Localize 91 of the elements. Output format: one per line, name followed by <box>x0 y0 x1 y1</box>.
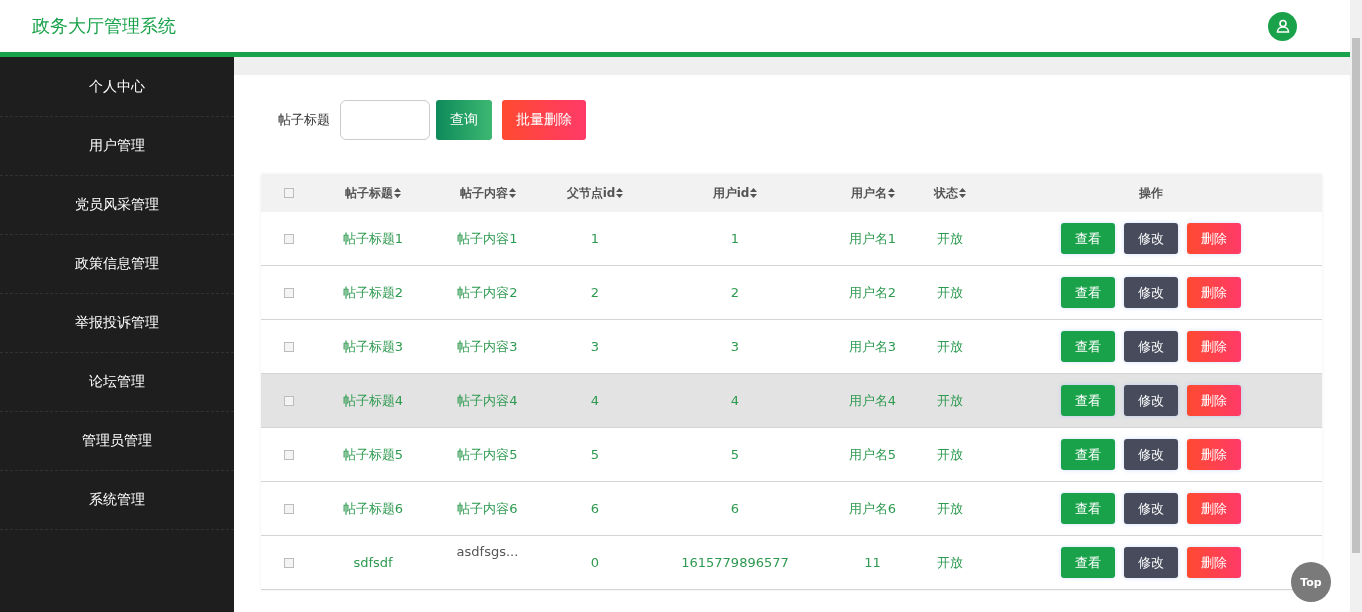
table-cell-text: 4 <box>589 393 601 408</box>
table-cell-text: 用户名5 <box>847 445 898 464</box>
table-cell-text: 帖子内容6 <box>456 499 519 518</box>
table-cell-text: 5 <box>589 447 601 462</box>
sidebar-item[interactable]: 论坛管理 <box>0 353 234 412</box>
search-button[interactable]: 查询 <box>436 100 492 140</box>
table-cell-text: 开放 <box>936 499 964 518</box>
table-cell-text: 开放 <box>936 445 964 464</box>
search-field[interactable] <box>340 100 430 140</box>
table-cell-text: 帖子内容2 <box>456 283 519 302</box>
table-cell-text: asdfsgs... <box>455 543 520 559</box>
edit-button[interactable]: 修改 <box>1124 493 1178 524</box>
table-cell-text: 帖子内容1 <box>456 229 519 248</box>
sidebar-item[interactable]: 管理员管理 <box>0 412 234 471</box>
table-cell-text: 4 <box>729 393 741 408</box>
table-cell-text: 2 <box>729 285 741 300</box>
sort-icon[interactable] <box>616 188 624 198</box>
batch-delete-button[interactable]: 批量删除 <box>502 100 586 140</box>
delete-button[interactable]: 删除 <box>1187 493 1241 524</box>
table-cell-text: 3 <box>729 339 741 354</box>
table-cell-text: 帖子标题6 <box>341 499 405 518</box>
sort-icon[interactable] <box>887 188 895 198</box>
select-all-checkbox[interactable] <box>283 188 294 198</box>
search-label: 帖子标题 <box>278 111 330 129</box>
table-cell-text: 1 <box>589 231 601 246</box>
table-cell-text: 开放 <box>936 337 964 356</box>
column-header[interactable]: 状态 <box>934 184 966 202</box>
table-cell-text: 帖子内容3 <box>456 337 519 356</box>
sort-icon[interactable] <box>508 188 516 198</box>
row-checkbox[interactable] <box>283 503 294 514</box>
table-cell-text: 0 <box>589 555 601 570</box>
table-cell-text: sdfsdf <box>352 555 394 570</box>
table-cell-text: 用户名1 <box>847 229 898 248</box>
edit-button[interactable]: 修改 <box>1124 331 1178 362</box>
sidebar-item[interactable]: 系统管理 <box>0 471 234 530</box>
table-cell-text: 用户名4 <box>847 391 898 410</box>
sort-icon[interactable] <box>959 188 966 198</box>
delete-button[interactable]: 删除 <box>1187 331 1241 362</box>
column-header[interactable]: 操作 <box>1139 184 1163 202</box>
sort-icon[interactable] <box>394 188 401 198</box>
table-cell-text: 6 <box>729 501 741 516</box>
delete-button[interactable]: 删除 <box>1187 547 1241 578</box>
edit-button[interactable]: 修改 <box>1124 385 1178 416</box>
row-checkbox[interactable] <box>283 341 294 352</box>
table-cell-text: 帖子标题2 <box>341 283 405 302</box>
table-cell-text: 用户名2 <box>847 283 898 302</box>
back-to-top-button[interactable]: Top <box>1291 562 1331 602</box>
table-cell-text: 用户名3 <box>847 337 898 356</box>
row-checkbox[interactable] <box>283 287 294 298</box>
column-header[interactable]: 用户名 <box>850 184 895 202</box>
delete-button[interactable]: 删除 <box>1187 277 1241 308</box>
row-checkbox[interactable] <box>283 233 294 244</box>
delete-button[interactable]: 删除 <box>1187 385 1241 416</box>
user-icon[interactable] <box>1268 11 1297 41</box>
table-cell-text: 帖子内容5 <box>456 445 519 464</box>
table-cell-text: 帖子标题5 <box>341 445 405 464</box>
column-header[interactable]: 父节点id <box>566 184 624 202</box>
table-cell-text: 5 <box>729 447 741 462</box>
table-cell-text: 开放 <box>936 229 964 248</box>
edit-button[interactable]: 修改 <box>1124 547 1178 578</box>
sidebar-item[interactable]: 举报投诉管理 <box>0 294 234 353</box>
table-cell-text: 1615779896577 <box>680 555 790 570</box>
table-cell-text: 3 <box>589 339 601 354</box>
table-cell-text: 帖子标题3 <box>341 337 405 356</box>
row-checkbox[interactable] <box>283 449 294 460</box>
table-cell-text: 1 <box>729 231 741 246</box>
edit-button[interactable]: 修改 <box>1124 277 1178 308</box>
sidebar-item[interactable]: 党员风采管理 <box>0 176 234 235</box>
table-cell-text: 帖子标题1 <box>341 229 405 248</box>
edit-button[interactable]: 修改 <box>1124 439 1178 470</box>
sidebar-item[interactable]: 用户管理 <box>0 117 234 176</box>
sidebar-item[interactable]: 政策信息管理 <box>0 235 234 294</box>
table-cell-text: 帖子内容4 <box>456 391 519 410</box>
delete-button[interactable]: 删除 <box>1187 223 1241 254</box>
table-cell-text: 11 <box>863 555 882 570</box>
column-header[interactable]: 帖子内容 <box>459 184 516 202</box>
column-header[interactable]: 帖子标题 <box>345 184 401 202</box>
app-title: 政务大厅管理系统 <box>32 14 176 38</box>
delete-button[interactable]: 删除 <box>1187 439 1241 470</box>
table-cell-text: 2 <box>589 285 601 300</box>
row-checkbox[interactable] <box>283 395 294 406</box>
row-checkbox[interactable] <box>283 557 294 568</box>
table-cell-text: 帖子标题4 <box>341 391 405 410</box>
table-cell-text: 开放 <box>936 553 964 572</box>
column-header[interactable]: 用户id <box>712 184 758 202</box>
edit-button[interactable]: 修改 <box>1124 223 1178 254</box>
sort-icon[interactable] <box>750 188 758 198</box>
table-cell-text: 开放 <box>936 283 964 302</box>
table-cell-text: 6 <box>589 501 601 516</box>
table-cell-text: 用户名6 <box>847 499 898 518</box>
table-cell-text: 开放 <box>936 391 964 410</box>
